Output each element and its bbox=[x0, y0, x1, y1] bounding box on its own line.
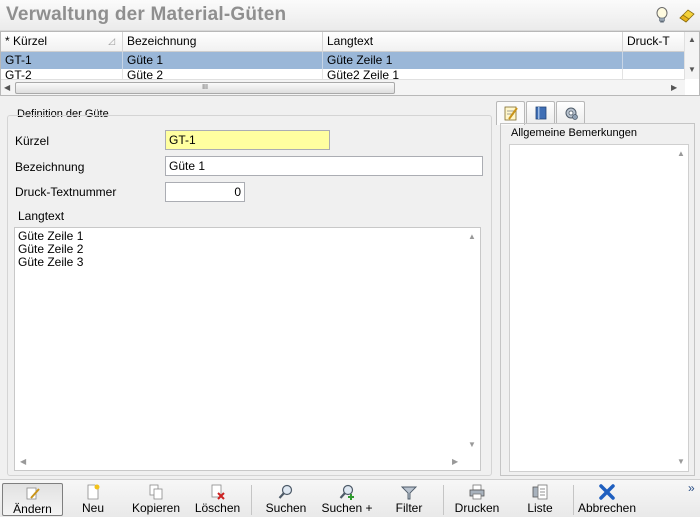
langtext-line: Güte Zeile 3 bbox=[18, 255, 84, 269]
grid-horizontal-scrollbar[interactable]: ◀ III ▶ bbox=[1, 79, 685, 95]
cell-druck bbox=[623, 69, 685, 79]
grid-vertical-scrollbar[interactable]: ▲ ▼ bbox=[684, 32, 699, 79]
table-row[interactable]: GT-2 Güte 2 Güte2 Zeile 1 bbox=[1, 69, 685, 79]
toolbar-separator bbox=[573, 485, 574, 515]
eraser-icon[interactable] bbox=[677, 5, 697, 25]
scroll-down-icon[interactable]: ▼ bbox=[677, 457, 685, 467]
list-icon bbox=[532, 484, 548, 500]
column-header-bezeichnung[interactable]: Bezeichnung bbox=[123, 32, 323, 52]
toolbar-separator bbox=[251, 485, 252, 515]
langtext-vertical-scrollbar[interactable]: ▲ ▼ bbox=[465, 228, 480, 455]
edit-icon bbox=[26, 487, 40, 500]
cell-druck bbox=[623, 52, 685, 69]
aendern-button[interactable]: Ändern bbox=[2, 483, 63, 516]
abbrechen-button[interactable]: Abbrechen bbox=[576, 483, 638, 516]
toolbar-overflow[interactable]: » bbox=[688, 481, 695, 495]
sort-icon: ◿ bbox=[108, 36, 115, 46]
search-icon bbox=[278, 484, 293, 499]
tab-book[interactable] bbox=[526, 101, 555, 124]
scroll-down-icon[interactable]: ▼ bbox=[688, 65, 696, 75]
search-plus-icon bbox=[339, 484, 354, 500]
cell-kuerzel: GT-2 bbox=[1, 69, 123, 79]
scroll-thumb[interactable]: III bbox=[15, 82, 395, 94]
detail-area: Definition der Güte Kürzel GT-1 Bezeichn… bbox=[0, 98, 700, 478]
cell-kuerzel: GT-1 bbox=[1, 52, 123, 69]
drucken-button[interactable]: Drucken bbox=[451, 483, 503, 516]
cell-langtext: Güte Zeile 1 bbox=[323, 52, 623, 69]
grid-header: * Kürzel ◿ Bezeichnung Langtext Druck-T bbox=[1, 32, 685, 52]
loeschen-button[interactable]: Löschen bbox=[190, 483, 245, 516]
cell-langtext: Güte2 Zeile 1 bbox=[323, 69, 623, 79]
liste-button[interactable]: Liste bbox=[515, 483, 565, 516]
new-document-icon bbox=[87, 484, 100, 500]
settings-icon bbox=[565, 107, 578, 120]
scroll-up-icon[interactable]: ▲ bbox=[677, 149, 685, 159]
bezeichnung-field[interactable]: Güte 1 bbox=[165, 156, 483, 176]
neu-button[interactable]: Neu bbox=[68, 483, 118, 516]
bottom-toolbar: Ändern Neu Kopieren Löschen Suchen Suche… bbox=[0, 479, 700, 517]
remarks-textarea[interactable]: ▲ ▼ bbox=[509, 144, 689, 472]
kuerzel-label: Kürzel bbox=[15, 134, 50, 148]
column-header-kuerzel[interactable]: * Kürzel ◿ bbox=[1, 32, 123, 52]
scroll-left-icon[interactable]: ◀ bbox=[4, 83, 10, 93]
cell-bezeichnung: Güte 2 bbox=[123, 69, 323, 79]
kuerzel-field[interactable]: GT-1 bbox=[165, 130, 330, 150]
scroll-right-icon[interactable]: ▶ bbox=[452, 457, 458, 467]
scroll-left-icon[interactable]: ◀ bbox=[20, 457, 26, 467]
scroll-down-icon[interactable]: ▼ bbox=[468, 440, 476, 450]
column-header-label: Kürzel bbox=[13, 34, 48, 48]
bezeichnung-label: Bezeichnung bbox=[15, 160, 85, 174]
delete-icon bbox=[211, 484, 225, 500]
scroll-up-icon[interactable]: ▲ bbox=[688, 35, 696, 45]
book-icon bbox=[535, 106, 547, 120]
filter-icon bbox=[401, 486, 417, 500]
langtext-textarea[interactable]: Güte Zeile 1 Güte Zeile 2 Güte Zeile 3 ▲… bbox=[14, 227, 481, 471]
langtext-label: Langtext bbox=[18, 209, 65, 223]
tab-notes[interactable] bbox=[496, 101, 525, 125]
kopieren-button[interactable]: Kopieren bbox=[127, 483, 185, 516]
title-bar: Verwaltung der Material-Güten bbox=[0, 0, 700, 31]
langtext-horizontal-scrollbar[interactable]: ◀ ▶ bbox=[15, 454, 466, 470]
window-title: Verwaltung der Material-Güten bbox=[6, 4, 287, 25]
lightbulb-icon[interactable] bbox=[652, 5, 672, 25]
tab-settings[interactable] bbox=[556, 101, 585, 124]
scroll-up-icon[interactable]: ▲ bbox=[468, 232, 476, 242]
print-icon bbox=[469, 484, 485, 500]
material-grid[interactable]: * Kürzel ◿ Bezeichnung Langtext Druck-T … bbox=[0, 31, 700, 96]
sort-marker: * bbox=[5, 34, 10, 48]
scroll-right-icon[interactable]: ▶ bbox=[671, 83, 677, 93]
remarks-title: Allgemeine Bemerkungen bbox=[511, 127, 637, 139]
druck-textnummer-field[interactable]: 0 bbox=[165, 182, 245, 202]
notes-icon bbox=[504, 106, 518, 121]
column-header-druck[interactable]: Druck-T bbox=[623, 32, 685, 52]
toolbar-separator bbox=[443, 485, 444, 515]
langtext-content: Güte Zeile 1 Güte Zeile 2 Güte Zeile 3 bbox=[18, 230, 83, 269]
remarks-vertical-scrollbar[interactable]: ▲ ▼ bbox=[673, 145, 688, 471]
cell-bezeichnung: Güte 1 bbox=[123, 52, 323, 69]
suchen-plus-button[interactable]: Suchen + bbox=[318, 483, 376, 516]
remarks-panel: Allgemeine Bemerkungen ▲ ▼ bbox=[500, 123, 695, 476]
copy-icon bbox=[149, 484, 163, 500]
column-header-langtext[interactable]: Langtext bbox=[323, 32, 623, 52]
druck-textnummer-label: Druck-Textnummer bbox=[15, 185, 117, 199]
filter-button[interactable]: Filter bbox=[384, 483, 434, 516]
suchen-button[interactable]: Suchen bbox=[260, 483, 312, 516]
cancel-icon bbox=[599, 484, 615, 500]
table-row[interactable]: GT-1 Güte 1 Güte Zeile 1 bbox=[1, 52, 685, 69]
